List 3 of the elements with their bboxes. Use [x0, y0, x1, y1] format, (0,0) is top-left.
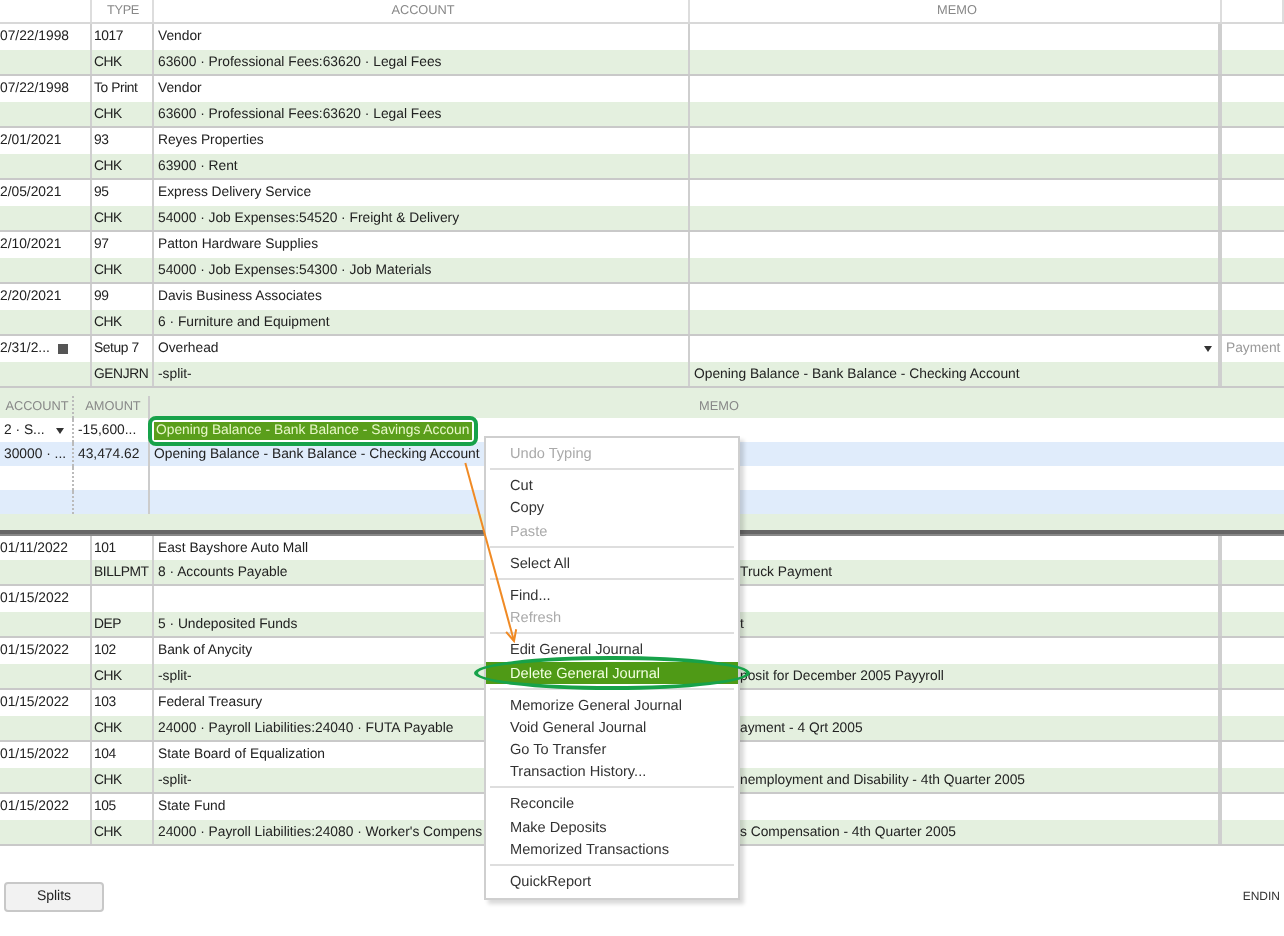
dropdown-icon [56, 427, 64, 433]
dropdown-icon [1204, 346, 1212, 352]
calendar-icon [57, 344, 68, 354]
